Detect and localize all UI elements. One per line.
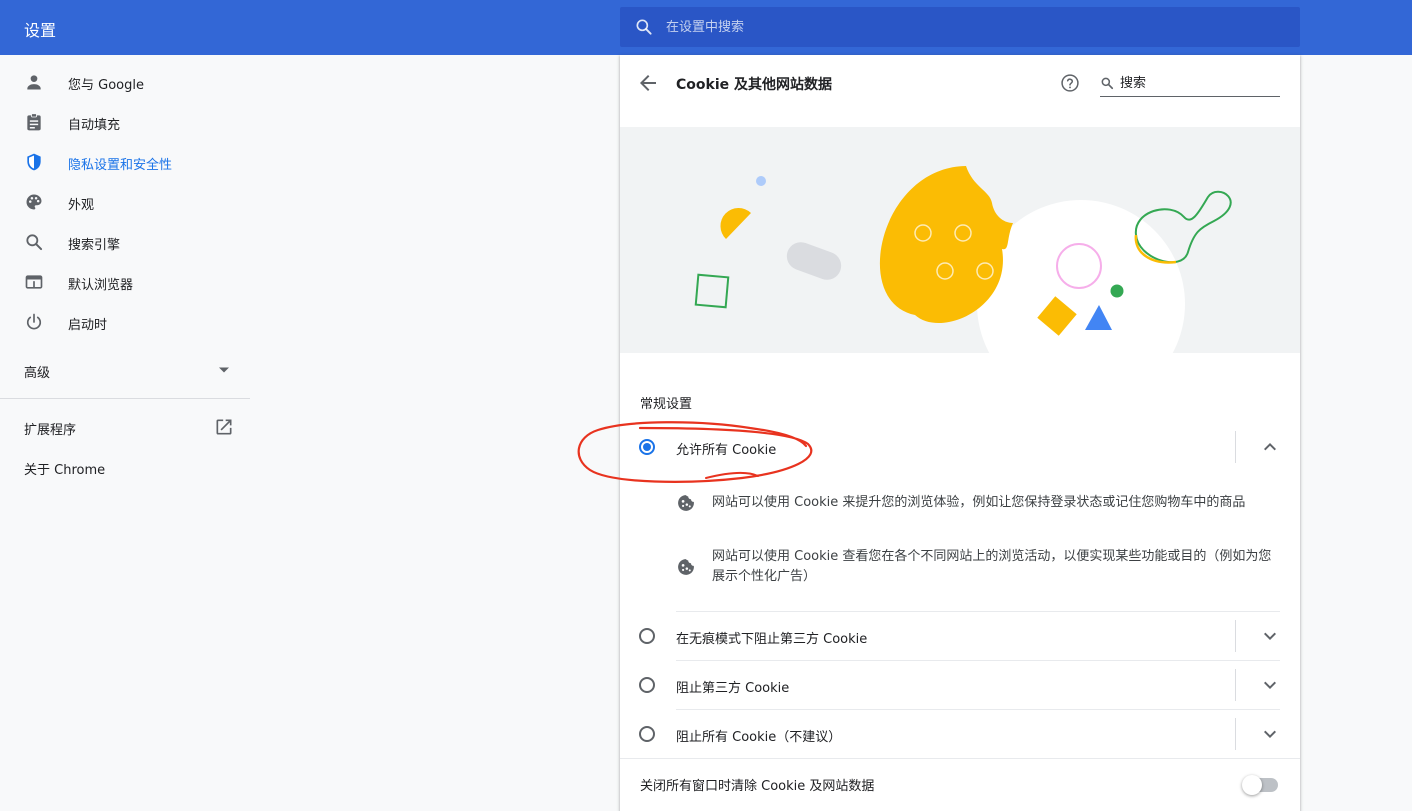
- option-block-third-party-incognito[interactable]: 在无痕模式下阻止第三方 Cookie: [620, 612, 1300, 660]
- settings-search-box[interactable]: [620, 7, 1300, 47]
- detail-text: 网站可以使用 Cookie 查看您在各个不同网站上的浏览活动，以便实现某些功能或…: [712, 549, 1272, 584]
- palette-icon: [26, 194, 42, 210]
- search-icon: [26, 234, 43, 251]
- row-separator: [1235, 620, 1236, 652]
- option-label: 允许所有 Cookie: [676, 443, 777, 458]
- search-icon: [1101, 77, 1114, 90]
- sidebar-item-label: 外观: [68, 198, 95, 213]
- radio-block-third-party[interactable]: [639, 677, 655, 693]
- shield-icon: [27, 153, 41, 171]
- option-block-all-cookies[interactable]: 阻止所有 Cookie（不建议）: [620, 710, 1300, 758]
- app-title: 设置: [24, 21, 57, 40]
- sidebar-item-label: 启动时: [68, 318, 108, 333]
- cookie-icon: [678, 495, 694, 511]
- radio-block-third-party-incognito[interactable]: [639, 628, 655, 644]
- general-settings-heading: 常规设置: [640, 397, 693, 412]
- option-block-third-party[interactable]: 阻止第三方 Cookie: [620, 661, 1300, 709]
- radio-block-all[interactable]: [639, 726, 655, 742]
- help-icon[interactable]: [1060, 73, 1080, 93]
- advanced-label: 高级: [24, 366, 51, 381]
- chevron-down-icon[interactable]: [1258, 624, 1282, 648]
- advanced-toggle[interactable]: 高级: [0, 350, 250, 390]
- power-icon: [26, 313, 42, 330]
- settings-search-input[interactable]: [666, 7, 1266, 47]
- page-title: Cookie 及其他网站数据: [676, 77, 832, 93]
- sidebar-divider: [0, 398, 250, 399]
- cookie-illustration: [620, 127, 1300, 353]
- sidebar-item-label: 扩展程序: [24, 423, 77, 438]
- sidebar-item-label: 您与 Google: [68, 78, 144, 93]
- detail-text: 网站可以使用 Cookie 来提升您的浏览体验，例如让您保持登录状态或记住您购物…: [712, 495, 1246, 510]
- sidebar-item-label: 自动填充: [68, 118, 121, 133]
- clear-on-exit-toggle[interactable]: [1242, 775, 1278, 795]
- clipboard-icon: [27, 113, 41, 131]
- sidebar-item-about-chrome[interactable]: 关于 Chrome: [0, 447, 250, 487]
- sidebar-item-label: 隐私设置和安全性: [68, 158, 173, 173]
- sidebar-item-you-and-google[interactable]: 您与 Google: [0, 62, 250, 102]
- cookie-illustration-art: [694, 166, 1232, 353]
- row-separator: [1235, 431, 1236, 463]
- row-separator: [1235, 718, 1236, 750]
- caret-down-icon: [219, 367, 229, 373]
- toggle-knob: [1242, 775, 1262, 795]
- search-icon: [636, 19, 652, 35]
- sidebar-item-label: 默认浏览器: [68, 278, 134, 293]
- page-search-input[interactable]: [1120, 72, 1276, 94]
- person-icon: [27, 75, 41, 90]
- top-bar: 设置: [0, 0, 1412, 55]
- clear-on-exit-row: 关闭所有窗口时清除 Cookie 及网站数据: [620, 758, 1300, 806]
- sidebar-item-on-startup[interactable]: 启动时: [0, 302, 250, 342]
- cookie-icon: [678, 559, 694, 575]
- sidebar-item-search-engine[interactable]: 搜索引擎: [0, 222, 250, 262]
- browser-window-icon: [25, 275, 43, 289]
- radio-allow-all[interactable]: [639, 439, 655, 455]
- row-separator: [1235, 669, 1236, 701]
- option-label: 阻止第三方 Cookie: [676, 681, 790, 696]
- cookies-settings-card: Cookie 及其他网站数据 搜索 常规设置 允许所有 Cookie 网站可以使…: [620, 55, 1300, 811]
- sidebar-item-privacy-security[interactable]: 隐私设置和安全性: [0, 142, 250, 182]
- chevron-down-icon[interactable]: [1258, 722, 1282, 746]
- page-header: Cookie 及其他网站数据: [620, 55, 1300, 111]
- sidebar-item-label: 搜索引擎: [68, 238, 121, 253]
- chevron-up-icon[interactable]: [1258, 435, 1282, 459]
- option-label: 在无痕模式下阻止第三方 Cookie: [676, 632, 868, 647]
- sidebar-item-extensions[interactable]: 扩展程序: [0, 407, 250, 447]
- chevron-down-icon[interactable]: [1258, 673, 1282, 697]
- sidebar-item-appearance[interactable]: 外观: [0, 182, 250, 222]
- sidebar-item-label: 关于 Chrome: [24, 463, 106, 478]
- sidebar-item-default-browser[interactable]: 默认浏览器: [0, 262, 250, 302]
- page-search-box[interactable]: [1100, 69, 1280, 97]
- external-link-icon: [216, 419, 232, 435]
- option-label: 阻止所有 Cookie（不建议）: [676, 730, 842, 745]
- option-allow-all-cookies[interactable]: 允许所有 Cookie: [620, 423, 1300, 471]
- back-arrow-icon[interactable]: [636, 71, 660, 95]
- sidebar-item-autofill[interactable]: 自动填充: [0, 102, 250, 142]
- clear-on-exit-label: 关闭所有窗口时清除 Cookie 及网站数据: [640, 779, 875, 794]
